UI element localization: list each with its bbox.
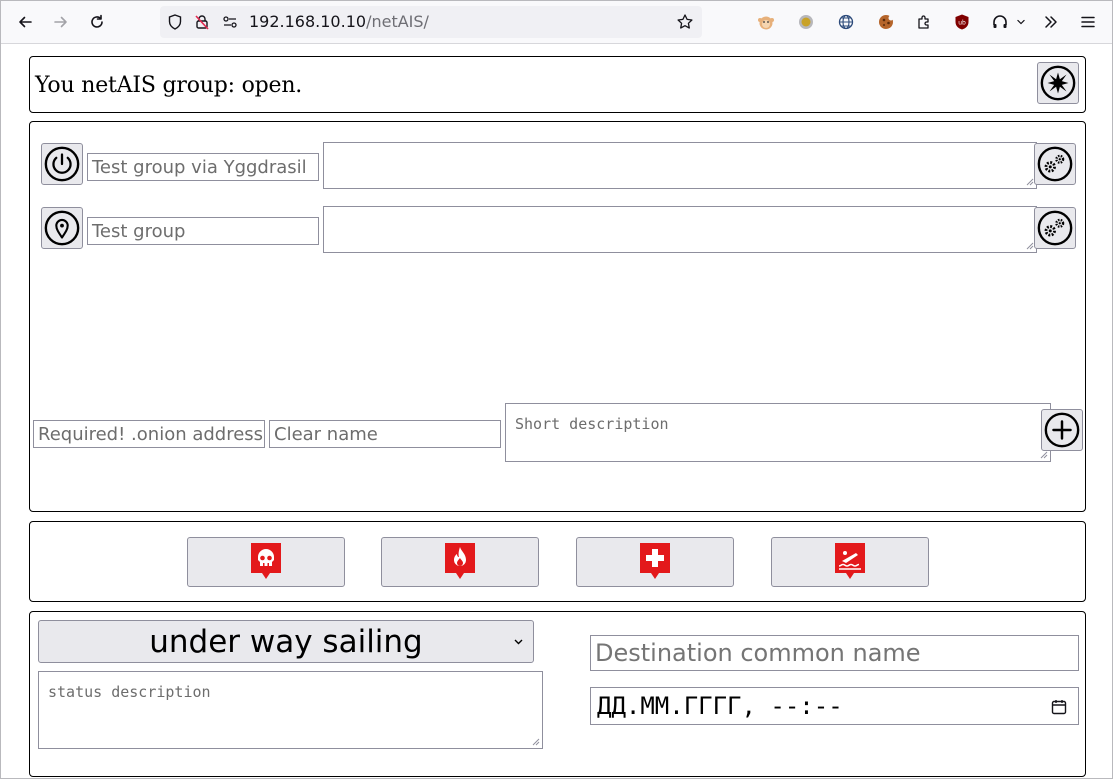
permissions-icon[interactable]	[221, 13, 239, 31]
hamburger-menu-icon[interactable]	[1078, 12, 1098, 32]
extensions-puzzle-icon[interactable]	[914, 12, 934, 32]
group-name-input-2[interactable]: Test group	[87, 217, 319, 245]
clear-name-input[interactable]: Clear name	[269, 420, 501, 448]
group-description-1[interactable]	[323, 142, 1037, 189]
group-description-2[interactable]	[323, 206, 1037, 253]
cookie-extension-icon[interactable]	[876, 12, 896, 32]
group-settings-button-1[interactable]	[1034, 143, 1076, 185]
fire-icon	[445, 543, 475, 579]
medical-alarm-button[interactable]	[576, 537, 734, 587]
bookmark-star-icon[interactable]	[676, 13, 694, 31]
gears-icon	[1037, 210, 1073, 246]
shield-icon[interactable]	[166, 13, 184, 31]
resize-grip-icon[interactable]	[531, 737, 540, 746]
group-status-title: You netAIS group: open.	[35, 73, 303, 98]
plus-circle-icon	[1044, 412, 1080, 448]
insecure-lock-icon[interactable]	[193, 13, 211, 31]
resize-grip-icon[interactable]	[1025, 241, 1034, 250]
gears-icon	[1037, 146, 1073, 182]
url-host: 192.168.10.10	[249, 12, 367, 31]
cross-icon	[640, 543, 670, 579]
back-arrow-icon[interactable]	[11, 8, 39, 36]
headphones-icon[interactable]	[990, 12, 1010, 32]
location-pin-icon	[44, 210, 80, 246]
url-bar[interactable]: 192.168.10.10/netAIS/	[160, 6, 702, 38]
sinking-alarm-button[interactable]	[771, 537, 929, 587]
svg-text:ub: ub	[958, 20, 966, 27]
ublock-icon[interactable]: ub	[952, 12, 972, 32]
status-description-placeholder: status description	[48, 683, 211, 701]
url-text[interactable]: 192.168.10.10/netAIS/	[249, 12, 429, 31]
status-description-textarea[interactable]: status description	[38, 671, 543, 749]
resize-grip-icon[interactable]	[1039, 450, 1048, 459]
add-group-button[interactable]	[1041, 409, 1083, 451]
browser-toolbar: 192.168.10.10/netAIS/ ub	[0, 0, 1113, 44]
sinking-icon	[835, 543, 865, 579]
power-icon	[44, 146, 80, 182]
globe-extension-icon[interactable]	[836, 12, 856, 32]
eta-datetime-placeholder: ДД.ММ.ГГГГ, --:--	[597, 692, 843, 720]
group-toggle-button-2[interactable]	[41, 207, 83, 249]
chevron-down-icon	[514, 639, 523, 645]
calendar-icon[interactable]	[1050, 698, 1068, 716]
short-description-placeholder: Short description	[515, 415, 669, 433]
star-burst-icon	[1040, 65, 1076, 101]
url-path: /netAIS/	[366, 12, 429, 31]
man-overboard-alarm-button[interactable]	[187, 537, 345, 587]
group-name-input-1[interactable]: Test group via Yggdrasil	[87, 153, 319, 181]
navigation-status-select[interactable]: under way sailing	[38, 620, 534, 663]
dot-extension-icon[interactable]	[796, 12, 816, 32]
forward-arrow-icon[interactable]	[47, 8, 75, 36]
chevron-down-icon[interactable]	[1014, 12, 1028, 32]
monkey-extension-icon[interactable]	[756, 12, 776, 32]
exit-group-button[interactable]	[1037, 62, 1079, 104]
group-toggle-button-1[interactable]	[41, 143, 83, 185]
destination-name-input[interactable]: Destination common name	[590, 635, 1079, 671]
short-description-textarea[interactable]: Short description	[505, 403, 1051, 462]
eta-datetime-input[interactable]: ДД.ММ.ГГГГ, --:--	[590, 687, 1079, 725]
resize-grip-icon[interactable]	[1025, 177, 1034, 186]
group-settings-button-2[interactable]	[1034, 207, 1076, 249]
skull-icon	[251, 543, 281, 579]
onion-address-input[interactable]: Required! .onion address	[33, 420, 265, 448]
reload-icon[interactable]	[83, 8, 111, 36]
overflow-chevrons-icon[interactable]	[1041, 12, 1061, 32]
navigation-status-value: under way sailing	[149, 623, 423, 660]
fire-alarm-button[interactable]	[381, 537, 539, 587]
